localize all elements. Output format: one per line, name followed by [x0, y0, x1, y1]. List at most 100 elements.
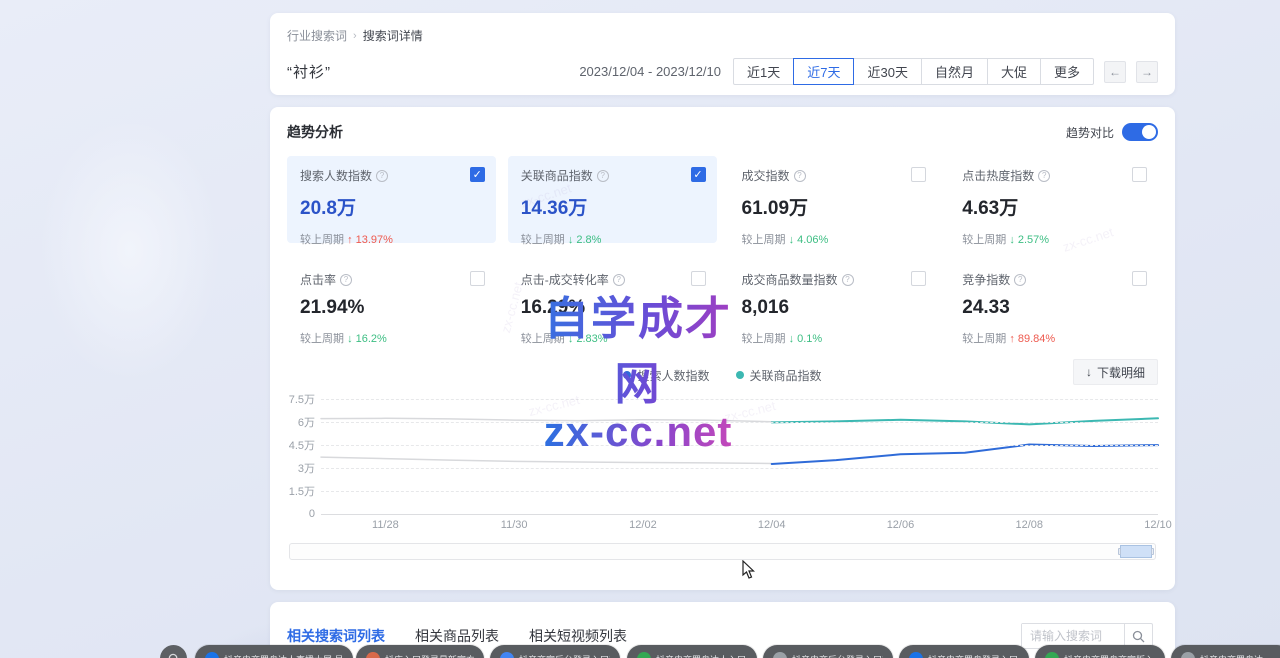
taskbar-item[interactable]: 抖店入口登录最新官方版 [356, 645, 484, 658]
compare-label: 趋势对比 [1066, 124, 1114, 141]
trend-chart: 7.5万6万4.5万3万1.5万0 [287, 397, 1158, 515]
change-label: 较上周期 [962, 333, 1006, 345]
metric-card-product-index[interactable]: 关联商品指数? ✓ 14.36万 较上周期 ↓ 2.8% [508, 156, 717, 243]
metric-checkbox[interactable] [911, 167, 926, 182]
taskbar-item[interactable]: 抖音商家后台登录入口在哪 [490, 645, 620, 658]
gridline [321, 491, 1158, 492]
x-tick-label: 12/02 [629, 519, 657, 531]
range-button-7d[interactable]: 近7天 [793, 58, 854, 85]
taskbar-item-label: 抖音电商罗盘达人直播大屏 显示 [224, 653, 343, 658]
taskbar-item[interactable]: 抖音电商罗盘达人直播大屏 显示 [195, 645, 353, 658]
help-icon[interactable]: ? [842, 274, 854, 286]
download-icon: ↓ [1086, 365, 1092, 379]
range-button-1d[interactable]: 近1天 [733, 58, 794, 85]
taskbar-item[interactable]: 抖音电商罗盘达人入口 [627, 645, 757, 658]
chart-x-axis: 11/2811/3012/0212/0412/0612/0812/10 [321, 515, 1158, 533]
taskbar: 抖音电商罗盘达人直播大屏 显示 抖店入口登录最新官方版 抖音商家后台登录入口在哪… [0, 645, 1280, 658]
y-tick-label: 3万 [298, 460, 315, 476]
metric-label: 点击热度指数 [962, 167, 1034, 184]
change-label: 较上周期 [300, 333, 344, 345]
help-icon[interactable]: ? [794, 170, 806, 182]
taskbar-item-label: 抖音电商罗盘达 [1200, 653, 1263, 658]
chart-line [321, 457, 772, 463]
tab-related-products[interactable]: 相关商品列表 [415, 626, 499, 646]
favicon [773, 652, 787, 658]
chart-zoom-brush[interactable] [289, 543, 1156, 560]
metric-value: 24.33 [962, 297, 1145, 319]
download-detail-button[interactable]: ↓ 下载明细 [1073, 359, 1158, 385]
range-button-month[interactable]: 自然月 [921, 58, 988, 85]
taskbar-item[interactable]: 抖音电商罗盘商家版入 [1035, 645, 1165, 658]
prev-period-button[interactable]: ← [1104, 61, 1126, 83]
tab-related-videos[interactable]: 相关短视频列表 [529, 626, 627, 646]
help-icon[interactable]: ? [376, 170, 388, 182]
taskbar-item[interactable]: 抖音电商罗盘达 [1171, 645, 1280, 658]
metric-checkbox[interactable] [691, 271, 706, 286]
range-button-30d[interactable]: 近30天 [853, 58, 921, 85]
down-arrow-icon: ↓ [789, 234, 795, 246]
toggle-knob [1142, 125, 1156, 139]
metric-checkbox[interactable]: ✓ [691, 167, 706, 182]
legend-search-index[interactable]: 搜索人数指数 [623, 367, 709, 384]
metric-card-ctr[interactable]: 点击率? 21.94% 较上周期 ↓ 16.2% [287, 260, 496, 347]
taskbar-item[interactable]: 抖音电商后台登录入口在 [763, 645, 893, 658]
brush-handle-right[interactable] [1151, 548, 1154, 555]
taskbar-item-label: 抖音电商罗盘达人入口 [656, 653, 746, 658]
date-range-text: 2023/12/04 - 2023/12/10 [579, 64, 721, 79]
down-arrow-icon: ↓ [347, 333, 353, 345]
up-arrow-icon: ↑ [1009, 333, 1015, 345]
favicon [205, 652, 219, 658]
metric-card-cvr[interactable]: 点击-成交转化率? 16.29% 较上周期 ↓ 2.83% [508, 260, 717, 347]
favicon [1181, 652, 1195, 658]
help-icon[interactable]: ? [340, 274, 352, 286]
gridline [321, 399, 1158, 400]
breadcrumb-current: 搜索词详情 [363, 27, 423, 44]
metric-value: 61.09万 [742, 193, 925, 220]
brush-selection[interactable] [1120, 545, 1152, 558]
help-icon[interactable]: ? [1038, 170, 1050, 182]
legend-dot-blue [623, 371, 631, 379]
metric-value: 20.8万 [300, 193, 483, 220]
help-icon[interactable]: ? [597, 170, 609, 182]
help-icon[interactable]: ? [613, 274, 625, 286]
metric-checkbox[interactable] [911, 271, 926, 286]
change-pct: 89.84% [1018, 333, 1055, 345]
metric-checkbox[interactable] [1132, 271, 1147, 286]
metric-checkbox[interactable] [470, 271, 485, 286]
tab-related-search-terms[interactable]: 相关搜索词列表 [287, 626, 385, 646]
next-period-button[interactable]: → [1136, 61, 1158, 83]
range-button-more[interactable]: 更多 [1040, 58, 1094, 85]
header-card: 行业搜索词 › 搜索词详情 “衬衫” 2023/12/04 - 2023/12/… [270, 13, 1175, 95]
favicon [366, 652, 380, 658]
brush-handle-left[interactable] [1118, 548, 1121, 555]
change-pct: 13.97% [356, 234, 393, 246]
change-label: 较上周期 [962, 234, 1006, 246]
taskbar-item-label: 抖音电商罗盘商家版入 [1064, 653, 1154, 658]
metric-card-deal-index[interactable]: 成交指数? 61.09万 较上周期 ↓ 4.06% [729, 156, 938, 243]
range-button-promo[interactable]: 大促 [987, 58, 1041, 85]
metric-value: 4.63万 [962, 193, 1145, 220]
metric-checkbox[interactable] [1132, 167, 1147, 182]
help-icon[interactable]: ? [1014, 274, 1026, 286]
chart-plot-area[interactable] [321, 397, 1158, 515]
metric-card-deal-product-count[interactable]: 成交商品数量指数? 8,016 较上周期 ↓ 0.1% [729, 260, 938, 347]
metric-checkbox[interactable]: ✓ [470, 167, 485, 182]
download-label: 下载明细 [1097, 364, 1145, 381]
taskbar-search-icon[interactable] [160, 645, 187, 658]
trend-chart-lines [321, 397, 1158, 515]
metric-card-click-heat[interactable]: 点击热度指数? 4.63万 较上周期 ↓ 2.57% [949, 156, 1158, 243]
down-arrow-icon: ↓ [1009, 234, 1015, 246]
change-pct: 0.1% [797, 333, 822, 345]
legend-product-index[interactable]: 关联商品指数 [736, 367, 822, 384]
metric-label: 竞争指数 [962, 271, 1010, 288]
metric-card-search-index[interactable]: 搜索人数指数? ✓ 20.8万 较上周期 ↑ 13.97% [287, 156, 496, 243]
change-label: 较上周期 [300, 234, 344, 246]
compare-toggle[interactable] [1122, 123, 1158, 141]
breadcrumb-parent[interactable]: 行业搜索词 [287, 27, 347, 44]
metric-card-competition[interactable]: 竞争指数? 24.33 较上周期 ↑ 89.84% [949, 260, 1158, 347]
favicon [909, 652, 923, 658]
favicon [500, 652, 514, 658]
y-tick-label: 4.5万 [289, 437, 315, 453]
taskbar-item[interactable]: 抖音电商罗盘登录入口 [899, 645, 1029, 658]
gridline [321, 468, 1158, 469]
